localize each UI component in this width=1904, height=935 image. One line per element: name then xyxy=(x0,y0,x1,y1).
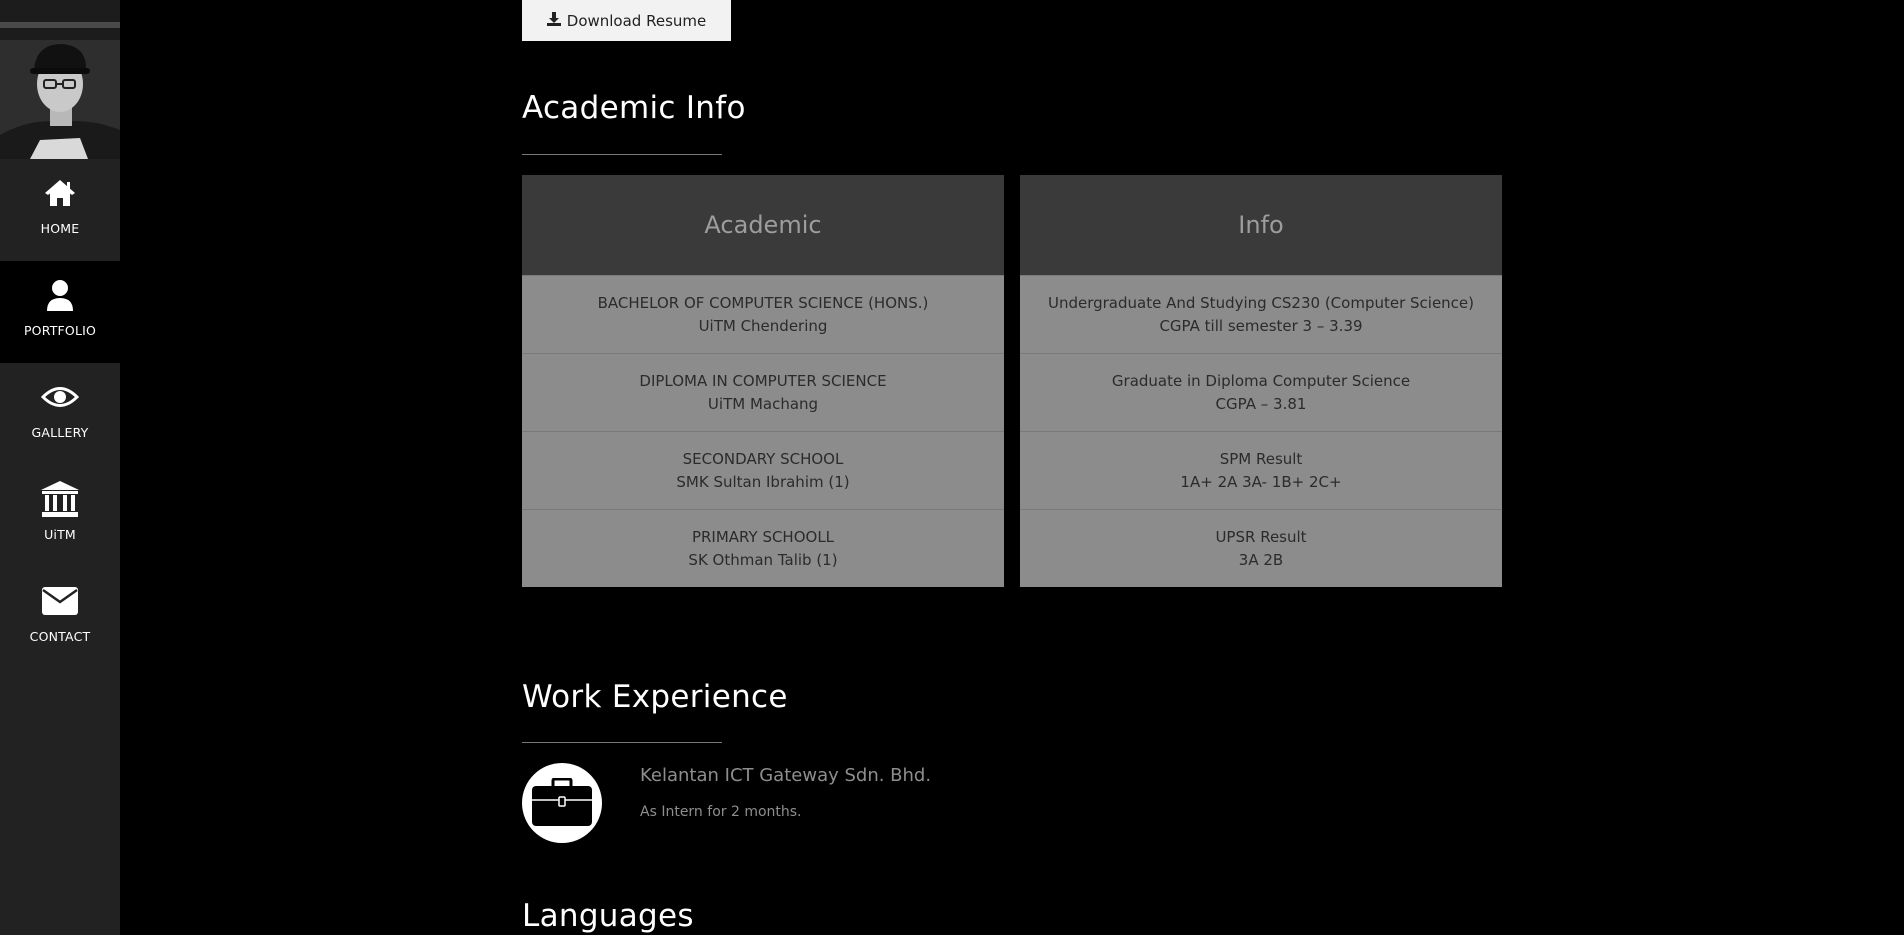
table-cell: Graduate in Diploma Computer Science CGP… xyxy=(1020,353,1502,431)
info-column: Info Undergraduate And Studying CS230 (C… xyxy=(1020,175,1502,587)
cell-line: CGPA – 3.81 xyxy=(1215,394,1307,413)
cell-line: DIPLOMA IN COMPUTER SCIENCE xyxy=(639,371,887,390)
institution-icon xyxy=(40,479,80,519)
table-cell: BACHELOR OF COMPUTER SCIENCE (HONS.) UiT… xyxy=(522,275,1004,353)
envelope-icon xyxy=(40,581,80,621)
nav-item-uitm[interactable]: UiTM xyxy=(0,465,120,567)
nav-label-contact: CONTACT xyxy=(29,629,91,644)
avatar xyxy=(0,0,120,159)
nav-label-portfolio: PORTFOLIO xyxy=(23,323,97,338)
table-cell: UPSR Result 3A 2B xyxy=(1020,509,1502,587)
cell-line: UPSR Result xyxy=(1215,527,1307,546)
nav-item-gallery[interactable]: GALLERY xyxy=(0,363,120,465)
work-section-title: Work Experience xyxy=(522,679,788,715)
cell-line: SMK Sultan Ibrahim (1) xyxy=(676,472,850,491)
table-cell: SPM Result 1A+ 2A 3A- 1B+ 2C+ xyxy=(1020,431,1502,509)
cell-line: UiTM Machang xyxy=(707,394,819,413)
nav-item-portfolio[interactable]: PORTFOLIO xyxy=(0,261,120,363)
academic-table: Academic BACHELOR OF COMPUTER SCIENCE (H… xyxy=(522,175,1502,587)
academic-column-header: Academic xyxy=(522,175,1004,275)
cell-line: UiTM Chendering xyxy=(698,316,828,335)
nav-item-contact[interactable]: CONTACT xyxy=(0,567,120,669)
cell-line: Undergraduate And Studying CS230 (Comput… xyxy=(1047,293,1475,312)
briefcase-icon xyxy=(522,763,602,843)
table-cell: SECONDARY SCHOOL SMK Sultan Ibrahim (1) xyxy=(522,431,1004,509)
download-resume-label: Download Resume xyxy=(566,11,707,30)
cell-line: Graduate in Diploma Computer Science xyxy=(1111,371,1411,390)
nav-item-home[interactable]: HOME xyxy=(0,159,120,261)
cell-line: SK Othman Talib (1) xyxy=(688,550,838,569)
academic-title-divider xyxy=(522,154,722,155)
info-column-header: Info xyxy=(1020,175,1502,275)
academic-section-title: Academic Info xyxy=(522,90,746,126)
cell-line: 1A+ 2A 3A- 1B+ 2C+ xyxy=(1180,472,1342,491)
work-text: Kelantan ICT Gateway Sdn. Bhd. As Intern… xyxy=(640,763,931,820)
cell-line: BACHELOR OF COMPUTER SCIENCE (HONS.) xyxy=(597,293,929,312)
download-icon xyxy=(546,11,561,30)
work-title-divider xyxy=(522,742,722,743)
academic-column: Academic BACHELOR OF COMPUTER SCIENCE (H… xyxy=(522,175,1004,587)
cell-line: CGPA till semester 3 – 3.39 xyxy=(1159,316,1363,335)
cell-line: SPM Result xyxy=(1219,449,1303,468)
cell-line: SECONDARY SCHOOL xyxy=(682,449,844,468)
cell-line: 3A 2B xyxy=(1238,550,1284,569)
home-icon xyxy=(40,173,80,213)
user-icon xyxy=(40,275,80,315)
nav-label-uitm: UiTM xyxy=(44,527,76,542)
nav-label-gallery: GALLERY xyxy=(31,425,89,440)
download-resume-button[interactable]: Download Resume xyxy=(522,0,731,41)
nav-label-home: HOME xyxy=(40,221,80,236)
languages-section-title: Languages xyxy=(522,898,694,934)
work-role: As Intern for 2 months. xyxy=(640,804,802,820)
cell-line: PRIMARY SCHOOLL xyxy=(691,527,835,546)
work-company: Kelantan ICT Gateway Sdn. Bhd. xyxy=(640,765,932,786)
table-cell: DIPLOMA IN COMPUTER SCIENCE UiTM Machang xyxy=(522,353,1004,431)
sidebar: HOME PORTFOLIO GALLERY UiTM CONTACT xyxy=(0,0,120,935)
eye-icon xyxy=(40,377,80,417)
work-item: Kelantan ICT Gateway Sdn. Bhd. As Intern… xyxy=(522,763,931,843)
table-cell: Undergraduate And Studying CS230 (Comput… xyxy=(1020,275,1502,353)
table-cell: PRIMARY SCHOOLL SK Othman Talib (1) xyxy=(522,509,1004,587)
